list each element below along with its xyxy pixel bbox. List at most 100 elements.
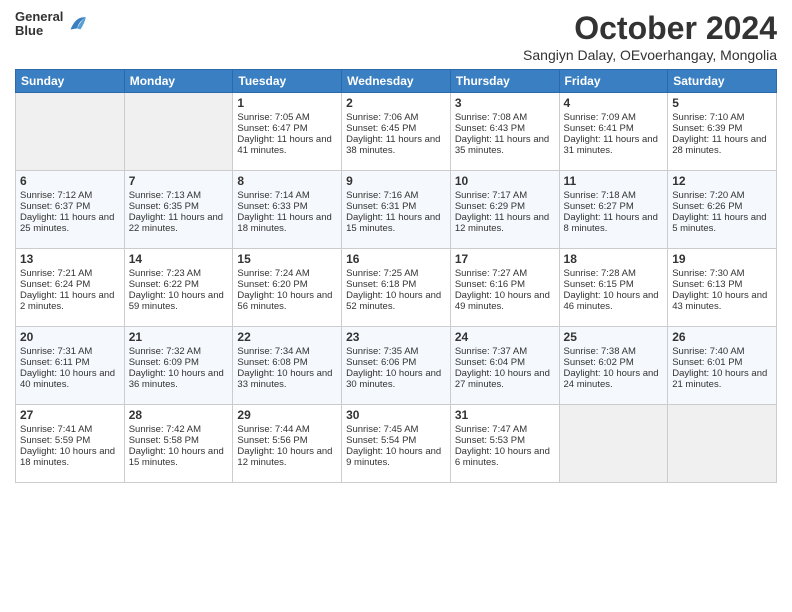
cell-content: Sunset: 6:37 PM — [20, 201, 120, 212]
cell-content: Sunrise: 7:30 AM — [672, 268, 772, 279]
table-row: 26Sunrise: 7:40 AMSunset: 6:01 PMDayligh… — [668, 327, 777, 405]
cell-content: Sunrise: 7:31 AM — [20, 346, 120, 357]
cell-content: Sunset: 6:33 PM — [237, 201, 337, 212]
table-row: 14Sunrise: 7:23 AMSunset: 6:22 PMDayligh… — [124, 249, 233, 327]
day-number: 21 — [129, 330, 229, 344]
cell-content: Sunset: 6:47 PM — [237, 123, 337, 134]
table-row: 4Sunrise: 7:09 AMSunset: 6:41 PMDaylight… — [559, 93, 668, 171]
cell-content: Sunset: 6:16 PM — [455, 279, 555, 290]
cell-content: Daylight: 10 hours and 36 minutes. — [129, 368, 229, 390]
cell-content: Daylight: 10 hours and 21 minutes. — [672, 368, 772, 390]
table-row: 12 Sunrise: 7:20 AMSunset: 6:26 PMDayligh… — [668, 171, 777, 249]
table-row: 9Sunrise: 7:16 AMSunset: 6:31 PMDaylight… — [342, 171, 451, 249]
table-row: 19Sunrise: 7:30 AMSunset: 6:13 PMDayligh… — [668, 249, 777, 327]
cell-content: Sunrise: 7:34 AM — [237, 346, 337, 357]
cell-content: Sunrise: 7:41 AM — [20, 424, 120, 435]
day-number: 10 — [455, 174, 555, 188]
col-saturday: Saturday — [668, 70, 777, 93]
table-row: 20Sunrise: 7:31 AMSunset: 6:11 PMDayligh… — [16, 327, 125, 405]
day-number: 18 — [564, 252, 664, 266]
table-row: 5Sunrise: 7:10 AMSunset: 6:39 PMDaylight… — [668, 93, 777, 171]
table-row: 15Sunrise: 7:24 AMSunset: 6:20 PMDayligh… — [233, 249, 342, 327]
cell-content: Daylight: 10 hours and 52 minutes. — [346, 290, 446, 312]
cell-content: Sunrise: 7:18 AM — [564, 190, 664, 201]
cell-content: Sunrise: 7:09 AM — [564, 112, 664, 123]
cell-content: Daylight: 10 hours and 46 minutes. — [564, 290, 664, 312]
cell-content: Daylight: 11 hours and 25 minutes. — [20, 212, 120, 234]
cell-content: Sunset: 6:43 PM — [455, 123, 555, 134]
table-row: 31Sunrise: 7:47 AMSunset: 5:53 PMDayligh… — [450, 405, 559, 483]
cell-content: Sunset: 6:26 PM — [672, 201, 772, 212]
day-number: 22 — [237, 330, 337, 344]
cell-content: Sunrise: 7:38 AM — [564, 346, 664, 357]
location-title: Sangiyn Dalay, OEvoerhangay, Mongolia — [523, 47, 777, 63]
cell-content: Daylight: 11 hours and 28 minutes. — [672, 134, 772, 156]
day-number: 13 — [20, 252, 120, 266]
cell-content: Sunrise: 7:17 AM — [455, 190, 555, 201]
cell-content: Sunset: 6:02 PM — [564, 357, 664, 368]
cell-content: Sunset: 6:31 PM — [346, 201, 446, 212]
cell-content: Daylight: 11 hours and 5 minutes. — [672, 212, 772, 234]
cell-content: Daylight: 10 hours and 18 minutes. — [20, 446, 120, 468]
cell-content: Sunrise: 7:12 AM — [20, 190, 120, 201]
table-row: 22Sunrise: 7:34 AMSunset: 6:08 PMDayligh… — [233, 327, 342, 405]
day-number: 12 — [672, 174, 772, 188]
cell-content: Daylight: 11 hours and 15 minutes. — [346, 212, 446, 234]
table-row: 23Sunrise: 7:35 AMSunset: 6:06 PMDayligh… — [342, 327, 451, 405]
cell-content: Sunset: 6:18 PM — [346, 279, 446, 290]
table-row: 30Sunrise: 7:45 AMSunset: 5:54 PMDayligh… — [342, 405, 451, 483]
cell-content: Sunset: 6:15 PM — [564, 279, 664, 290]
cell-content: Daylight: 10 hours and 9 minutes. — [346, 446, 446, 468]
day-number: 5 — [672, 96, 772, 110]
cell-content: Sunrise: 7:47 AM — [455, 424, 555, 435]
table-row: 24Sunrise: 7:37 AMSunset: 6:04 PMDayligh… — [450, 327, 559, 405]
cell-content: Daylight: 11 hours and 2 minutes. — [20, 290, 120, 312]
cell-content: Sunrise: 7:20 AM — [672, 190, 772, 201]
day-number: 17 — [455, 252, 555, 266]
table-row — [16, 93, 125, 171]
cell-content: Sunset: 6:39 PM — [672, 123, 772, 134]
cell-content: Sunrise: 7:44 AM — [237, 424, 337, 435]
table-row: 10Sunrise: 7:17 AMSunset: 6:29 PMDayligh… — [450, 171, 559, 249]
cell-content: Daylight: 10 hours and 12 minutes. — [237, 446, 337, 468]
day-number: 26 — [672, 330, 772, 344]
day-number: 14 — [129, 252, 229, 266]
logo-text: General Blue — [15, 10, 63, 39]
logo-bird-icon — [65, 13, 87, 35]
cell-content: Sunrise: 7:23 AM — [129, 268, 229, 279]
cell-content: Daylight: 11 hours and 22 minutes. — [129, 212, 229, 234]
table-row — [668, 405, 777, 483]
logo-general: General — [15, 10, 63, 24]
day-number: 25 — [564, 330, 664, 344]
cell-content: Sunrise: 7:28 AM — [564, 268, 664, 279]
day-number: 15 — [237, 252, 337, 266]
table-row: 11Sunrise: 7:18 AMSunset: 6:27 PMDayligh… — [559, 171, 668, 249]
day-number: 6 — [20, 174, 120, 188]
cell-content: Daylight: 10 hours and 59 minutes. — [129, 290, 229, 312]
day-number: 1 — [237, 96, 337, 110]
day-number: 16 — [346, 252, 446, 266]
day-number: 30 — [346, 408, 446, 422]
day-number: 3 — [455, 96, 555, 110]
day-number: 27 — [20, 408, 120, 422]
cell-content: Daylight: 11 hours and 41 minutes. — [237, 134, 337, 156]
cell-content: Daylight: 10 hours and 15 minutes. — [129, 446, 229, 468]
cell-content: Sunset: 6:27 PM — [564, 201, 664, 212]
title-area: October 2024 Sangiyn Dalay, OEvoerhangay… — [523, 10, 777, 63]
cell-content: Sunrise: 7:21 AM — [20, 268, 120, 279]
cell-content: Sunrise: 7:24 AM — [237, 268, 337, 279]
cell-content: Daylight: 11 hours and 8 minutes. — [564, 212, 664, 234]
cell-content: Sunset: 6:41 PM — [564, 123, 664, 134]
col-friday: Friday — [559, 70, 668, 93]
table-row: 3Sunrise: 7:08 AMSunset: 6:43 PMDaylight… — [450, 93, 559, 171]
cell-content: Sunrise: 7:35 AM — [346, 346, 446, 357]
table-row: 16Sunrise: 7:25 AMSunset: 6:18 PMDayligh… — [342, 249, 451, 327]
cell-content: Sunrise: 7:42 AM — [129, 424, 229, 435]
cell-content: Sunrise: 7:05 AM — [237, 112, 337, 123]
calendar-table: Sunday Monday Tuesday Wednesday Thursday… — [15, 69, 777, 483]
day-number: 7 — [129, 174, 229, 188]
table-row: 28Sunrise: 7:42 AMSunset: 5:58 PMDayligh… — [124, 405, 233, 483]
table-row: 2Sunrise: 7:06 AMSunset: 6:45 PMDaylight… — [342, 93, 451, 171]
table-row: 7Sunrise: 7:13 AMSunset: 6:35 PMDaylight… — [124, 171, 233, 249]
cell-content: Sunset: 6:20 PM — [237, 279, 337, 290]
